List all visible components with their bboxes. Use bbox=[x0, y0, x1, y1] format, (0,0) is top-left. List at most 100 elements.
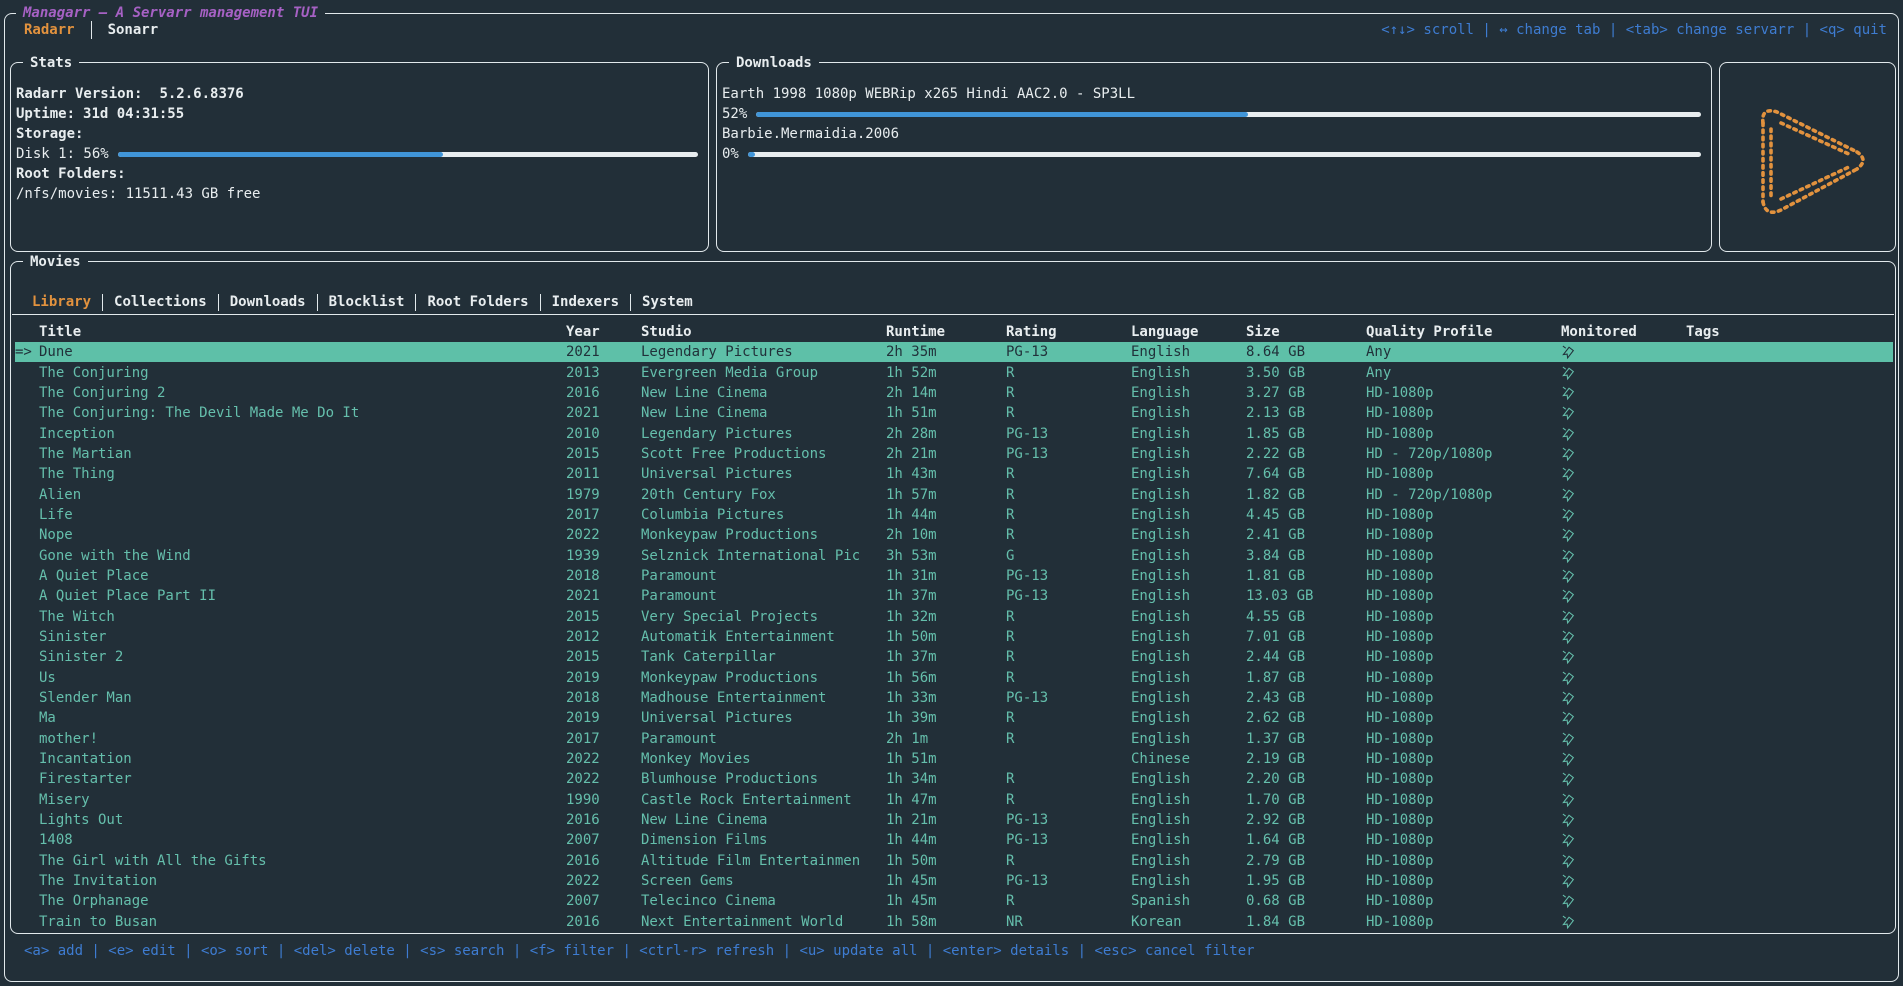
movie-row-27[interactable]: The Invitation2022Screen Gems1h 45mPG-13… bbox=[15, 871, 1893, 891]
column-header-tags: Tags bbox=[1686, 324, 1893, 340]
bookmark-icon bbox=[1561, 344, 1575, 360]
cell-language: English bbox=[1131, 385, 1246, 401]
managarr-play-logo bbox=[1733, 92, 1883, 222]
movies-tab-system[interactable]: System bbox=[631, 294, 704, 310]
cell-size: 1.37 GB bbox=[1246, 731, 1366, 747]
cell-quality_profile: HD-1080p bbox=[1366, 853, 1561, 869]
movie-row-14[interactable]: The Witch2015Very Special Projects1h 32m… bbox=[15, 606, 1893, 626]
cell-size: 1.64 GB bbox=[1246, 832, 1366, 848]
cell-size: 0.68 GB bbox=[1246, 893, 1366, 909]
cell-language: English bbox=[1131, 365, 1246, 381]
cell-studio: Monkeypaw Productions bbox=[641, 670, 886, 686]
bookmark-icon bbox=[1561, 914, 1575, 930]
cell-quality_profile: HD - 720p/1080p bbox=[1366, 446, 1561, 462]
cell-studio: Telecinco Cinema bbox=[641, 893, 886, 909]
tab-sonarr[interactable]: Sonarr bbox=[98, 22, 169, 38]
cell-size: 1.82 GB bbox=[1246, 487, 1366, 503]
movies-panel-title: Movies bbox=[23, 252, 88, 272]
footer-help-bar: <a> add | <e> edit | <o> sort | <del> de… bbox=[24, 943, 1255, 959]
movie-row-6[interactable]: The Martian2015Scott Free Productions2h … bbox=[15, 444, 1893, 464]
download-progress-gauge-fill bbox=[748, 152, 756, 157]
movie-row-13[interactable]: A Quiet Place Part II2021Paramount1h 37m… bbox=[15, 586, 1893, 606]
movie-row-19[interactable]: Ma2019Universal Pictures1h 39mREnglish2.… bbox=[15, 708, 1893, 728]
cell-language: English bbox=[1131, 873, 1246, 889]
cell-runtime: 3h 53m bbox=[886, 548, 1006, 564]
cell-rating: R bbox=[1006, 771, 1131, 787]
movie-row-29[interactable]: Train to Busan2016Next Entertainment Wor… bbox=[15, 912, 1893, 932]
movie-row-2[interactable]: The Conjuring2013Evergreen Media Group1h… bbox=[15, 362, 1893, 382]
movie-row-25[interactable]: 14082007Dimension Films1h 44mPG-13Englis… bbox=[15, 830, 1893, 850]
movies-tab-root-folders[interactable]: Root Folders bbox=[416, 294, 539, 310]
cell-language: English bbox=[1131, 609, 1246, 625]
download-progress-gauge-fill bbox=[756, 112, 1247, 117]
movie-row-10[interactable]: Nope2022Monkeypaw Productions2h 10mREngl… bbox=[15, 525, 1893, 545]
movie-row-21[interactable]: Incantation2022Monkey Movies1h 51mChines… bbox=[15, 749, 1893, 769]
cell-quality_profile: HD-1080p bbox=[1366, 914, 1561, 930]
movie-row-26[interactable]: The Girl with All the Gifts2016Altitude … bbox=[15, 851, 1893, 871]
cell-rating: R bbox=[1006, 487, 1131, 503]
cell-size: 2.44 GB bbox=[1246, 649, 1366, 665]
bookmark-icon bbox=[1561, 873, 1575, 889]
cell-monitored bbox=[1561, 568, 1686, 584]
cell-studio: Monkey Movies bbox=[641, 751, 886, 767]
cell-rating: G bbox=[1006, 548, 1131, 564]
column-header-rating: Rating bbox=[1006, 324, 1131, 340]
cell-quality_profile: Any bbox=[1366, 344, 1561, 360]
cell-runtime: 2h 14m bbox=[886, 385, 1006, 401]
cell-monitored bbox=[1561, 548, 1686, 564]
movie-row-3[interactable]: The Conjuring 22016New Line Cinema2h 14m… bbox=[15, 383, 1893, 403]
movie-row-23[interactable]: Misery1990Castle Rock Entertainment1h 47… bbox=[15, 790, 1893, 810]
movie-row-16[interactable]: Sinister 22015Tank Caterpillar1h 37mREng… bbox=[15, 647, 1893, 667]
cell-size: 1.85 GB bbox=[1246, 426, 1366, 442]
cell-language: English bbox=[1131, 507, 1246, 523]
movies-tab-library[interactable]: Library bbox=[21, 294, 102, 310]
cell-rating: R bbox=[1006, 629, 1131, 645]
cell-runtime: 1h 50m bbox=[886, 853, 1006, 869]
cell-year: 2022 bbox=[566, 751, 641, 767]
cell-size: 7.01 GB bbox=[1246, 629, 1366, 645]
cell-rating: PG-13 bbox=[1006, 344, 1131, 360]
movie-row-9[interactable]: Life2017Columbia Pictures1h 44mREnglish4… bbox=[15, 505, 1893, 525]
cell-quality_profile: HD-1080p bbox=[1366, 649, 1561, 665]
cell-monitored bbox=[1561, 588, 1686, 604]
movie-row-1[interactable]: =>Dune2021Legendary Pictures2h 35mPG-13E… bbox=[15, 342, 1893, 362]
cell-language: English bbox=[1131, 527, 1246, 543]
cell-size: 1.95 GB bbox=[1246, 873, 1366, 889]
movies-tab-collections[interactable]: Collections bbox=[103, 294, 218, 310]
movie-row-4[interactable]: The Conjuring: The Devil Made Me Do It20… bbox=[15, 403, 1893, 423]
cell-rating: PG-13 bbox=[1006, 873, 1131, 889]
movie-row-11[interactable]: Gone with the Wind1939Selznick Internati… bbox=[15, 545, 1893, 565]
movie-row-15[interactable]: Sinister2012Automatik Entertainment1h 50… bbox=[15, 627, 1893, 647]
movie-row-22[interactable]: Firestarter2022Blumhouse Productions1h 3… bbox=[15, 769, 1893, 789]
movies-tab-downloads[interactable]: Downloads bbox=[219, 294, 317, 310]
cell-quality_profile: HD-1080p bbox=[1366, 609, 1561, 625]
cell-monitored bbox=[1561, 670, 1686, 686]
bookmark-icon bbox=[1561, 588, 1575, 604]
cell-rating: PG-13 bbox=[1006, 446, 1131, 462]
movie-row-18[interactable]: Slender Man2018Madhouse Entertainment1h … bbox=[15, 688, 1893, 708]
movie-row-12[interactable]: A Quiet Place2018Paramount1h 31mPG-13Eng… bbox=[15, 566, 1893, 586]
cell-language: Korean bbox=[1131, 914, 1246, 930]
movies-tab-indexers[interactable]: Indexers bbox=[541, 294, 630, 310]
cell-studio: Monkeypaw Productions bbox=[641, 527, 886, 543]
movie-row-7[interactable]: The Thing2011Universal Pictures1h 43mREn… bbox=[15, 464, 1893, 484]
cell-language: English bbox=[1131, 466, 1246, 482]
movie-row-17[interactable]: Us2019Monkeypaw Productions1h 56mREnglis… bbox=[15, 668, 1893, 688]
cell-runtime: 1h 31m bbox=[886, 568, 1006, 584]
cell-runtime: 1h 45m bbox=[886, 873, 1006, 889]
cell-year: 2022 bbox=[566, 527, 641, 543]
cell-language: English bbox=[1131, 853, 1246, 869]
movies-tab-blocklist[interactable]: Blocklist bbox=[318, 294, 416, 310]
cell-quality_profile: HD-1080p bbox=[1366, 792, 1561, 808]
cell-size: 1.84 GB bbox=[1246, 914, 1366, 930]
cell-year: 2011 bbox=[566, 466, 641, 482]
bookmark-icon bbox=[1561, 466, 1575, 482]
movie-row-20[interactable]: mother!2017Paramount2h 1mREnglish1.37 GB… bbox=[15, 729, 1893, 749]
movie-row-5[interactable]: Inception2010Legendary Pictures2h 28mPG-… bbox=[15, 423, 1893, 443]
cell-monitored bbox=[1561, 365, 1686, 381]
movie-row-28[interactable]: The Orphanage2007Telecinco Cinema1h 45mR… bbox=[15, 891, 1893, 911]
tab-radarr[interactable]: Radarr bbox=[14, 22, 85, 38]
movie-row-24[interactable]: Lights Out2016New Line Cinema1h 21mPG-13… bbox=[15, 810, 1893, 830]
movie-row-8[interactable]: Alien197920th Century Fox1h 57mREnglish1… bbox=[15, 484, 1893, 504]
cell-language: English bbox=[1131, 792, 1246, 808]
